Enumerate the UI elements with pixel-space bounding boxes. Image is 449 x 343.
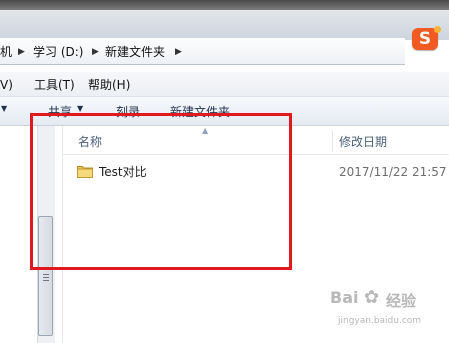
breadcrumb-separator-icon[interactable]: ▶ — [175, 45, 183, 59]
baidu-watermark: Bai ✿ 经验 jingyan.baidu.com — [330, 286, 449, 343]
address-bar[interactable]: 机 ▶ 学习 (D:) ▶ 新建文件夹 ▶ — [0, 38, 405, 65]
breadcrumb-separator-icon[interactable]: ▶ — [92, 45, 100, 59]
watermark-text-bai: Bai — [330, 288, 359, 307]
menu-bar: V) 工具(T) 帮助(H) — [0, 72, 449, 97]
breadcrumb-drive-d[interactable]: 学习 (D:) — [33, 44, 83, 60]
share-dropdown-icon[interactable]: ▼ — [77, 104, 83, 113]
scroll-grip-line — [43, 280, 49, 281]
watermark-text-jingyan: 经验 — [386, 292, 417, 310]
menu-tools[interactable]: 工具(T) — [34, 77, 75, 93]
breadcrumb-computer[interactable]: 机 — [0, 44, 12, 60]
title-shade — [0, 0, 449, 10]
column-header-modified[interactable]: 修改日期 — [339, 135, 387, 149]
scroll-grip-line — [43, 277, 49, 278]
sogou-ime-icon[interactable]: S — [412, 26, 441, 50]
menu-view[interactable]: V) — [0, 77, 13, 93]
scroll-grip-line — [43, 274, 49, 275]
file-modified-date: 2017/11/22 21:57 — [339, 165, 447, 179]
watermark-url: jingyan.baidu.com — [338, 316, 422, 326]
column-divider[interactable] — [332, 130, 333, 152]
breadcrumb-new-folder[interactable]: 新建文件夹 — [105, 44, 165, 60]
breadcrumb-separator-icon[interactable]: ▶ — [18, 45, 26, 59]
paw-icon: ✿ — [364, 287, 380, 308]
highlight-annotation-box — [30, 113, 292, 270]
window-title-strip — [0, 0, 449, 40]
menu-help[interactable]: 帮助(H) — [88, 77, 130, 93]
sogou-dot-icon — [434, 26, 441, 33]
organize-dropdown-icon[interactable]: ▼ — [1, 104, 7, 113]
